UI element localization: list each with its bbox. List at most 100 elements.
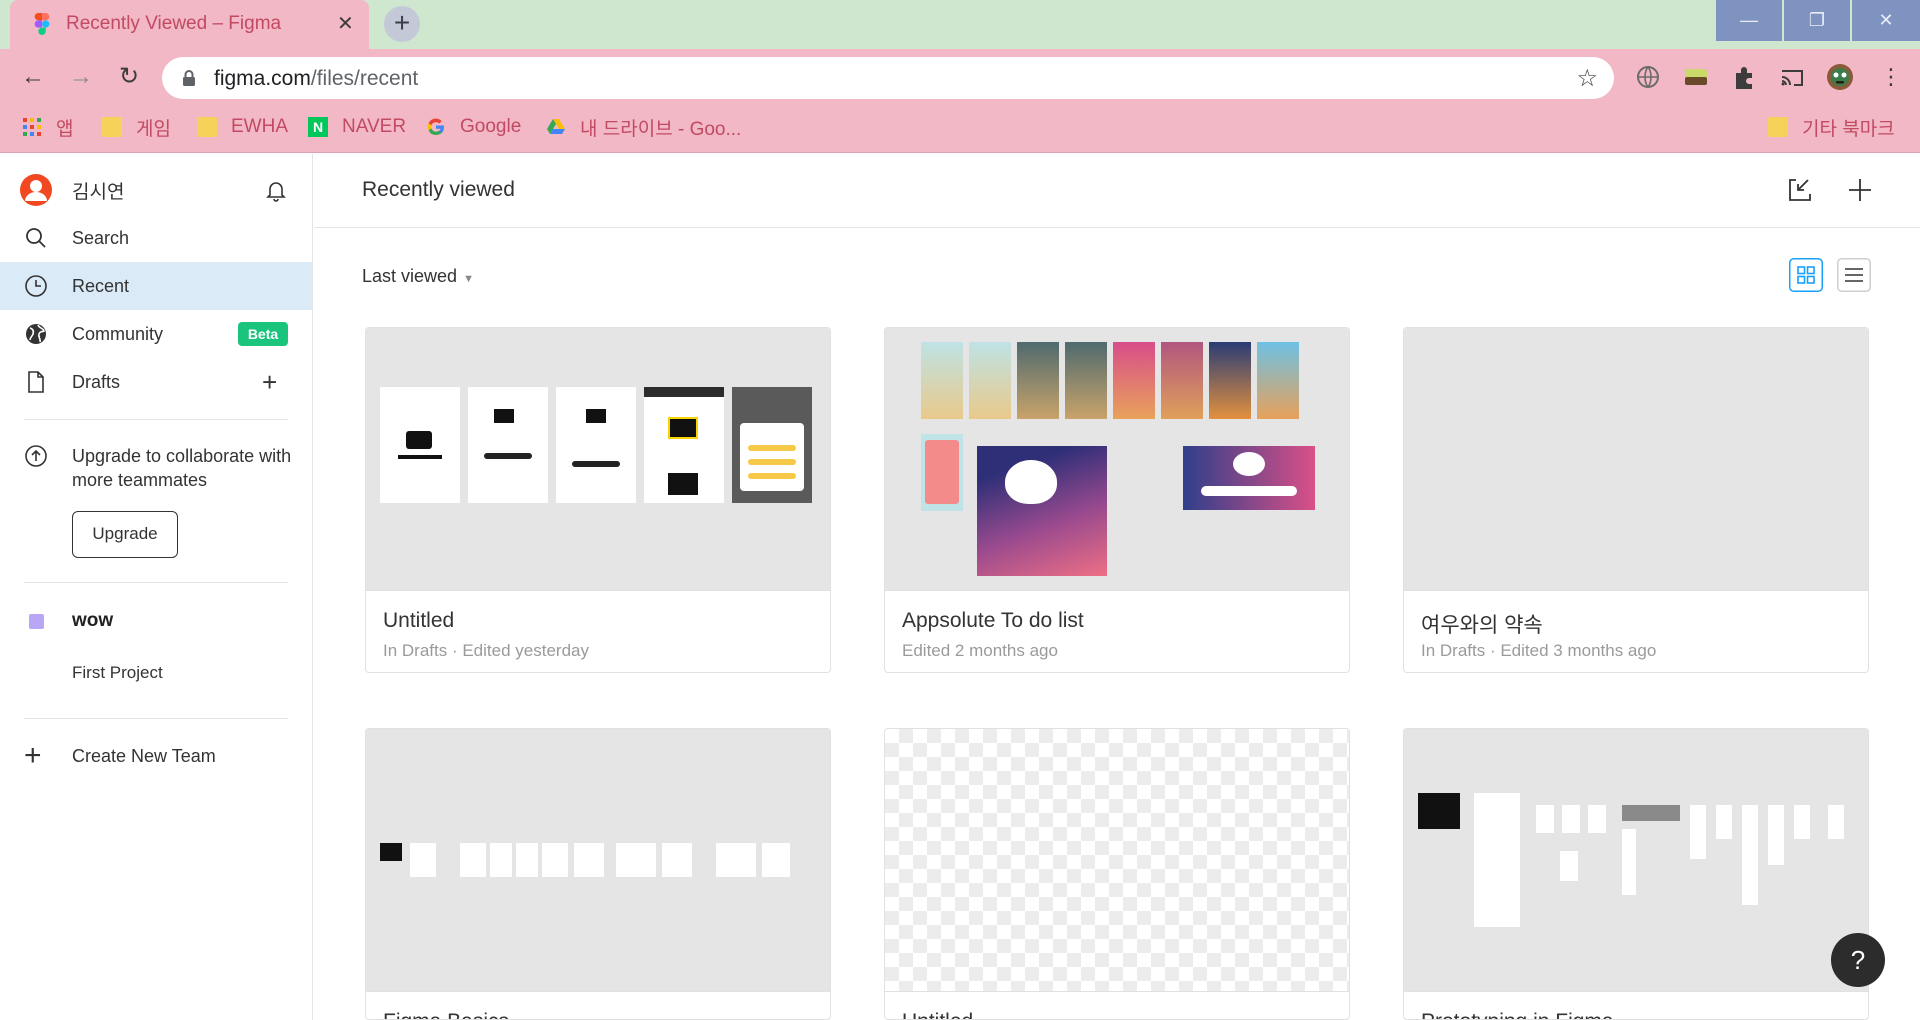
import-icon[interactable] (1786, 176, 1814, 204)
bookmark-google-drive[interactable]: 내 드라이브 - Goo... (546, 113, 741, 141)
file-name: Prototyping in Figma (1421, 1010, 1614, 1019)
bookmark-naver[interactable]: N NAVER (308, 113, 406, 141)
google-icon (427, 118, 444, 136)
nav-community[interactable]: Community Beta (0, 310, 312, 358)
bookmark-apps[interactable]: 앱 (22, 113, 73, 141)
file-meta: In Drafts · Edited 3 months ago (1421, 641, 1657, 660)
upgrade-button[interactable]: Upgrade (72, 511, 178, 558)
forward-arrow-icon[interactable]: → (66, 62, 96, 92)
bookmark-label: 앱 (56, 118, 74, 140)
avatar (20, 174, 52, 206)
sidebar-divider (24, 582, 288, 583)
google-drive-icon (547, 119, 565, 134)
restore-window-button[interactable]: ❐ (1784, 0, 1850, 41)
translate-extension-icon[interactable] (1634, 63, 1662, 91)
browser-tab[interactable]: Recently Viewed – Figma ✕ (10, 0, 369, 49)
game-extension-icon[interactable] (1682, 63, 1710, 91)
beta-badge: Beta (238, 322, 288, 346)
globe-icon (26, 324, 46, 344)
sidebar: 김시연 Search Recent Community Beta Drafts … (0, 154, 313, 1020)
address-bar[interactable]: figma.com/files/recent ☆ (162, 57, 1614, 99)
folder-icon (102, 117, 122, 137)
main-header: Recently viewed (314, 154, 1920, 228)
file-thumbnail (885, 729, 1349, 992)
bookmark-google[interactable]: Google (426, 113, 521, 141)
sort-dropdown[interactable]: Last viewed ▼ (362, 266, 474, 287)
create-team-label: Create New Team (72, 745, 216, 766)
bookmark-other[interactable]: 기타 북마크 (1768, 113, 1895, 141)
file-name: Appsolute To do list (902, 609, 1084, 632)
file-meta: Edited 2 months ago (902, 641, 1058, 660)
back-arrow-icon[interactable]: ← (18, 62, 48, 92)
file-card[interactable]: Prototyping in Figma (1403, 728, 1869, 1020)
close-window-button[interactable]: ✕ (1852, 0, 1920, 41)
file-thumbnail (885, 328, 1349, 591)
team-wow[interactable]: wow (0, 597, 312, 645)
search-icon (26, 228, 46, 248)
bookmark-label: 내 드라이브 - Goo... (580, 118, 742, 140)
bookmark-ewha[interactable]: EWHA (197, 113, 288, 141)
bookmark-label: 기타 북마크 (1802, 118, 1895, 140)
file-card[interactable]: Untitled In Drafts · Edited yesterday (365, 327, 831, 673)
file-card[interactable]: 여우와의 약속 In Drafts · Edited 3 months ago (1403, 327, 1869, 673)
nav-label: Drafts (72, 371, 121, 392)
grid-view-button[interactable] (1789, 258, 1823, 292)
file-name: Figma Basics (383, 1010, 509, 1019)
nav-drafts[interactable]: Drafts + (0, 358, 312, 406)
file-card[interactable]: Appsolute To do list Edited 2 months ago (884, 327, 1350, 673)
sidebar-divider (24, 419, 288, 420)
file-name: 여우와의 약속 (1421, 614, 1543, 637)
lock-icon (183, 70, 195, 86)
page-title: Recently viewed (362, 178, 515, 201)
cast-icon[interactable] (1778, 63, 1806, 91)
file-card[interactable]: Figma Basics (365, 728, 831, 1020)
upgrade-arrow-icon (25, 445, 47, 467)
tab-title: Recently Viewed – Figma (66, 13, 282, 34)
nav-recent[interactable]: Recent (0, 262, 312, 310)
help-button[interactable]: ? (1831, 933, 1885, 987)
minimize-window-button[interactable]: — (1716, 0, 1782, 41)
file-thumbnail (1404, 729, 1868, 992)
team-name: wow (72, 610, 114, 631)
bookmark-label: Google (460, 116, 522, 137)
tab-close-icon[interactable]: ✕ (337, 13, 354, 35)
profile-avatar-icon[interactable] (1826, 63, 1854, 91)
user-name: 김시연 (72, 181, 125, 203)
apps-grid-icon (23, 118, 41, 136)
bookmark-star-icon[interactable]: ☆ (1576, 64, 1598, 93)
file-name: Untitled (902, 1010, 973, 1019)
create-team-button[interactable]: + Create New Team (0, 732, 312, 780)
bell-icon[interactable] (264, 178, 288, 202)
nav-label: Search (72, 227, 130, 248)
project-name: First Project (72, 663, 163, 682)
browser-menu-icon[interactable]: ⋮ (1876, 62, 1906, 92)
upgrade-text: Upgrade to collaborate with more teammat… (72, 446, 292, 490)
bookmark-games[interactable]: 게임 (102, 113, 171, 141)
naver-icon: N (308, 117, 328, 137)
file-card[interactable]: Untitled (884, 728, 1350, 1020)
team-color-swatch (29, 613, 44, 629)
new-file-plus-icon[interactable] (1846, 176, 1874, 204)
file-thumbnail (1404, 328, 1868, 591)
project-first[interactable]: First Project (0, 649, 312, 697)
list-view-button[interactable] (1837, 258, 1871, 292)
file-thumbnail (366, 328, 830, 591)
add-draft-icon[interactable]: + (262, 369, 277, 395)
clock-icon (25, 275, 47, 297)
folder-icon (197, 117, 217, 137)
file-name: Untitled (383, 609, 455, 632)
account-menu[interactable]: 김시연 (0, 166, 312, 214)
folder-icon (1768, 117, 1788, 137)
plus-icon: + (24, 739, 42, 772)
file-meta: In Drafts · Edited yesterday (383, 641, 589, 660)
bookmarks-bar (0, 106, 1920, 153)
bookmark-label: EWHA (231, 116, 288, 137)
extensions-puzzle-icon[interactable] (1730, 63, 1758, 91)
nav-label: Recent (72, 275, 130, 296)
new-tab-button[interactable]: + (384, 6, 420, 42)
nav-label: Community (72, 323, 164, 344)
bookmark-label: NAVER (342, 116, 407, 137)
sidebar-divider (24, 718, 288, 719)
reload-icon[interactable]: ↻ (114, 62, 144, 92)
nav-search[interactable]: Search (0, 214, 312, 262)
